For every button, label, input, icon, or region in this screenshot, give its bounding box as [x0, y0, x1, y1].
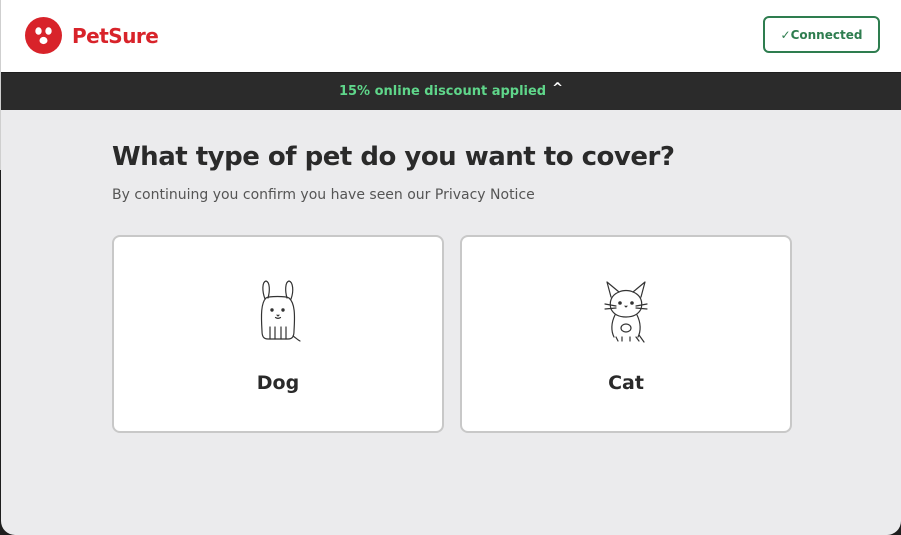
dog-icon	[253, 279, 303, 349]
privacy-notice-text: By continuing you confirm you have seen …	[112, 187, 535, 203]
connected-status-button[interactable]: ✓Connected	[763, 16, 880, 53]
main-content: What type of pet do you want to cover? B…	[1, 110, 901, 535]
discount-banner[interactable]: 15% online discount applied ^	[1, 73, 901, 110]
chevron-up-icon[interactable]: ^	[552, 81, 563, 96]
cat-option-card[interactable]: Cat	[460, 235, 792, 433]
site-header: PetSure ✓Connected	[1, 0, 901, 72]
paw-face-icon	[25, 17, 62, 54]
app-frame: PetSure ✓Connected 15% online discount a…	[0, 0, 901, 535]
cat-icon	[601, 279, 651, 349]
discount-text: 15% online discount applied	[338, 84, 547, 99]
page-title: What type of pet do you want to cover?	[112, 142, 675, 172]
brand-name: PetSure	[72, 23, 159, 48]
dog-option-label: Dog	[256, 372, 300, 394]
dog-option-card[interactable]: Dog	[112, 235, 444, 433]
brand-logo[interactable]: PetSure	[25, 17, 159, 54]
cat-option-label: Cat	[608, 372, 644, 394]
